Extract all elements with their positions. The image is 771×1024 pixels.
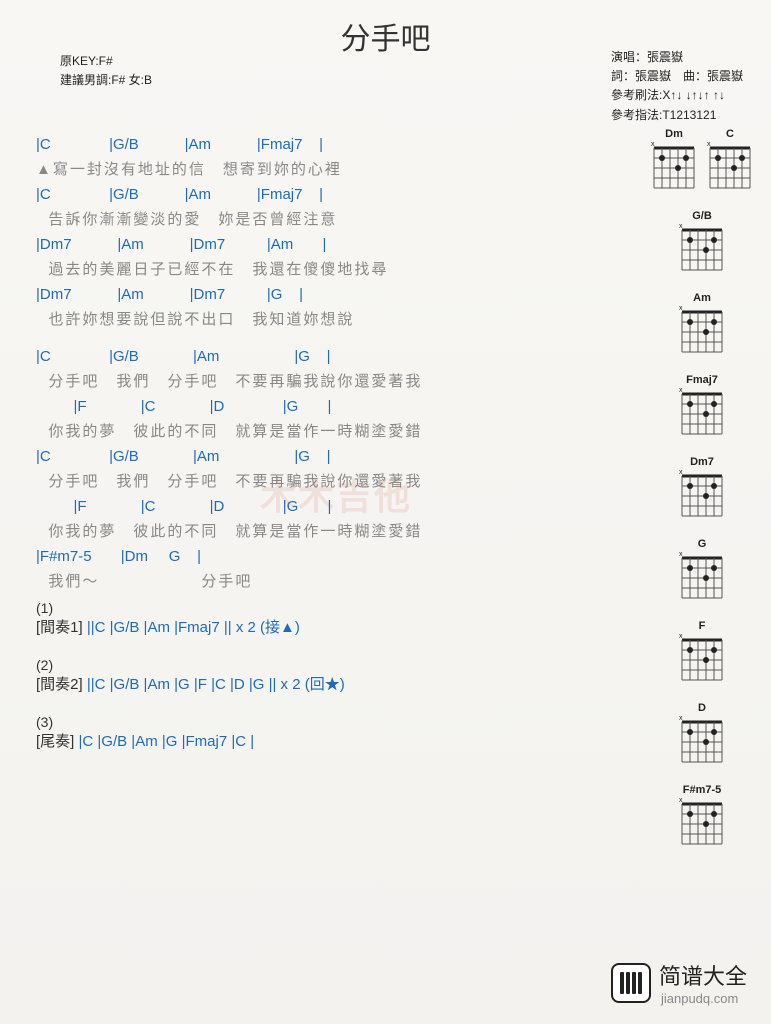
svg-text:x: x [679,634,683,640]
svg-text:x: x [651,142,655,148]
svg-text:x: x [679,306,683,312]
interlude-chords: ||C |G/B |Am |Fmaj7 || x 2 (接▲) [83,619,300,636]
fretboard-icon: x [649,142,699,196]
chord-diagram: Am x [659,292,745,360]
lyric-line: 也許妳想要說但說不出口 我知道妳想說 [36,308,620,330]
chord-line: |C |G/B |Am |Fmaj7 | [36,136,620,156]
lyric-line: 分手吧 我們 分手吧 不要再騙我說你還愛著我 [36,370,620,392]
chord-diagram: Dm7 x [659,456,745,524]
meta-right: 演唱：張震嶽 詞：張震嶽 曲：張震嶽 參考刷法:X↑↓ ↓↑↓↑ ↑↓ 參考指法… [611,48,743,125]
strum-pattern: 參考刷法:X↑↓ ↓↑↓↑ ↑↓ [611,86,743,105]
fretboard-icon: x [677,798,727,852]
interlude-chords: ||C |G/B |Am |G |F |C |D |G || x 2 (回★) [83,676,345,693]
fretboard-icon: x [677,224,727,278]
chord-diagram: Cx [705,128,755,196]
sheet-content: |C |G/B |Am |Fmaj7 | ▲寫一封沒有地址的信 想寄到妳的心裡 … [0,136,620,751]
meta-left: 原KEY:F# 建議男調:F# 女:B [60,52,152,90]
chord-line: |F |C |D |G | [36,398,620,418]
singer: 演唱：張震嶽 [611,48,743,67]
lyric-line: 過去的美麗日子已經不在 我還在傻傻地找尋 [36,258,620,280]
chord-diagram: Gx [659,538,745,606]
chord-diagram-label: Dm [649,128,699,140]
chord-line: |F |C |D |G | [36,498,620,518]
lyric-line: 我們～ 分手吧 [36,570,620,592]
svg-text:x: x [679,798,683,804]
section-number: (3) [36,714,620,730]
chord-diagram-label: G/B [659,210,745,222]
svg-text:x: x [707,142,711,148]
chord-diagram-column: DmxCx G/BxAmxFmaj7xDm7xGxFxDxF#m7-5x [659,128,745,866]
original-key: 原KEY:F# [60,52,152,71]
site-logo: 简谱大全 jianpudq.com [611,959,747,1006]
chord-diagram-label: C [705,128,755,140]
lyric-line: ▲寫一封沒有地址的信 想寄到妳的心裡 [36,158,620,180]
fretboard-icon: x [705,142,755,196]
suggested-key: 建議男調:F# 女:B [60,71,152,90]
svg-text:x: x [679,552,683,558]
logo-subtext: jianpudq.com [661,991,747,1006]
chord-diagram-label: G [659,538,745,550]
svg-text:x: x [679,388,683,394]
svg-text:x: x [679,716,683,722]
interlude-label: [間奏1] [36,619,83,636]
chord-diagram-label: Fmaj7 [659,374,745,386]
interlude-chords: |C |G/B |Am |G |Fmaj7 |C | [74,733,254,750]
chord-diagram: Dx [659,702,745,770]
svg-text:x: x [679,470,683,476]
fretboard-icon: x [677,470,727,524]
chord-diagram: Fmaj7 x [659,374,745,442]
chord-diagram: G/B x [659,210,745,278]
chord-diagram-label: Dm7 [659,456,745,468]
fretboard-icon: x [677,388,727,442]
chord-diagram-label: F [659,620,745,632]
lyric-line: 告訴你漸漸變淡的愛 妳是否曾經注意 [36,208,620,230]
lyric-line: 你我的夢 彼此的不同 就算是當作一時糊塗愛錯 [36,420,620,442]
chord-diagram-label: Am [659,292,745,304]
lyric-line: 你我的夢 彼此的不同 就算是當作一時糊塗愛錯 [36,520,620,542]
chord-line: |C |G/B |Am |G | [36,448,620,468]
interlude-line: [間奏1] ||C |G/B |Am |Fmaj7 || x 2 (接▲) [36,616,620,637]
section-number: (2) [36,657,620,673]
chord-line: |Dm7 |Am |Dm7 |Am | [36,236,620,256]
piano-icon [611,963,651,1003]
chord-diagram-label: F#m7-5 [659,784,745,796]
chord-line: |F#m7-5 |Dm G | [36,548,620,568]
chord-line: |C |G/B |Am |G | [36,348,620,368]
chord-diagram: Fx [659,620,745,688]
logo-text: 简谱大全 [659,959,747,991]
interlude-line: [間奏2] ||C |G/B |Am |G |F |C |D |G || x 2… [36,673,620,694]
interlude-label: [間奏2] [36,676,83,693]
fretboard-icon: x [677,552,727,606]
chord-line: |C |G/B |Am |Fmaj7 | [36,186,620,206]
fretboard-icon: x [677,634,727,688]
svg-text:x: x [679,224,683,230]
chord-diagram: Dm x [649,128,699,196]
lyricist-composer: 詞：張震嶽 曲：張震嶽 [611,67,743,86]
chord-line: |Dm7 |Am |Dm7 |G | [36,286,620,306]
interlude-line: [尾奏] |C |G/B |Am |G |Fmaj7 |C | [36,730,620,751]
interlude-label: [尾奏] [36,733,74,750]
chord-diagram: F#m7-5 x [659,784,745,852]
section-number: (1) [36,600,620,616]
fretboard-icon: x [677,306,727,360]
fretboard-icon: x [677,716,727,770]
chord-diagram-label: D [659,702,745,714]
lyric-line: 分手吧 我們 分手吧 不要再騙我說你還愛著我 [36,470,620,492]
pick-pattern: 參考指法:T1213121 [611,106,743,125]
